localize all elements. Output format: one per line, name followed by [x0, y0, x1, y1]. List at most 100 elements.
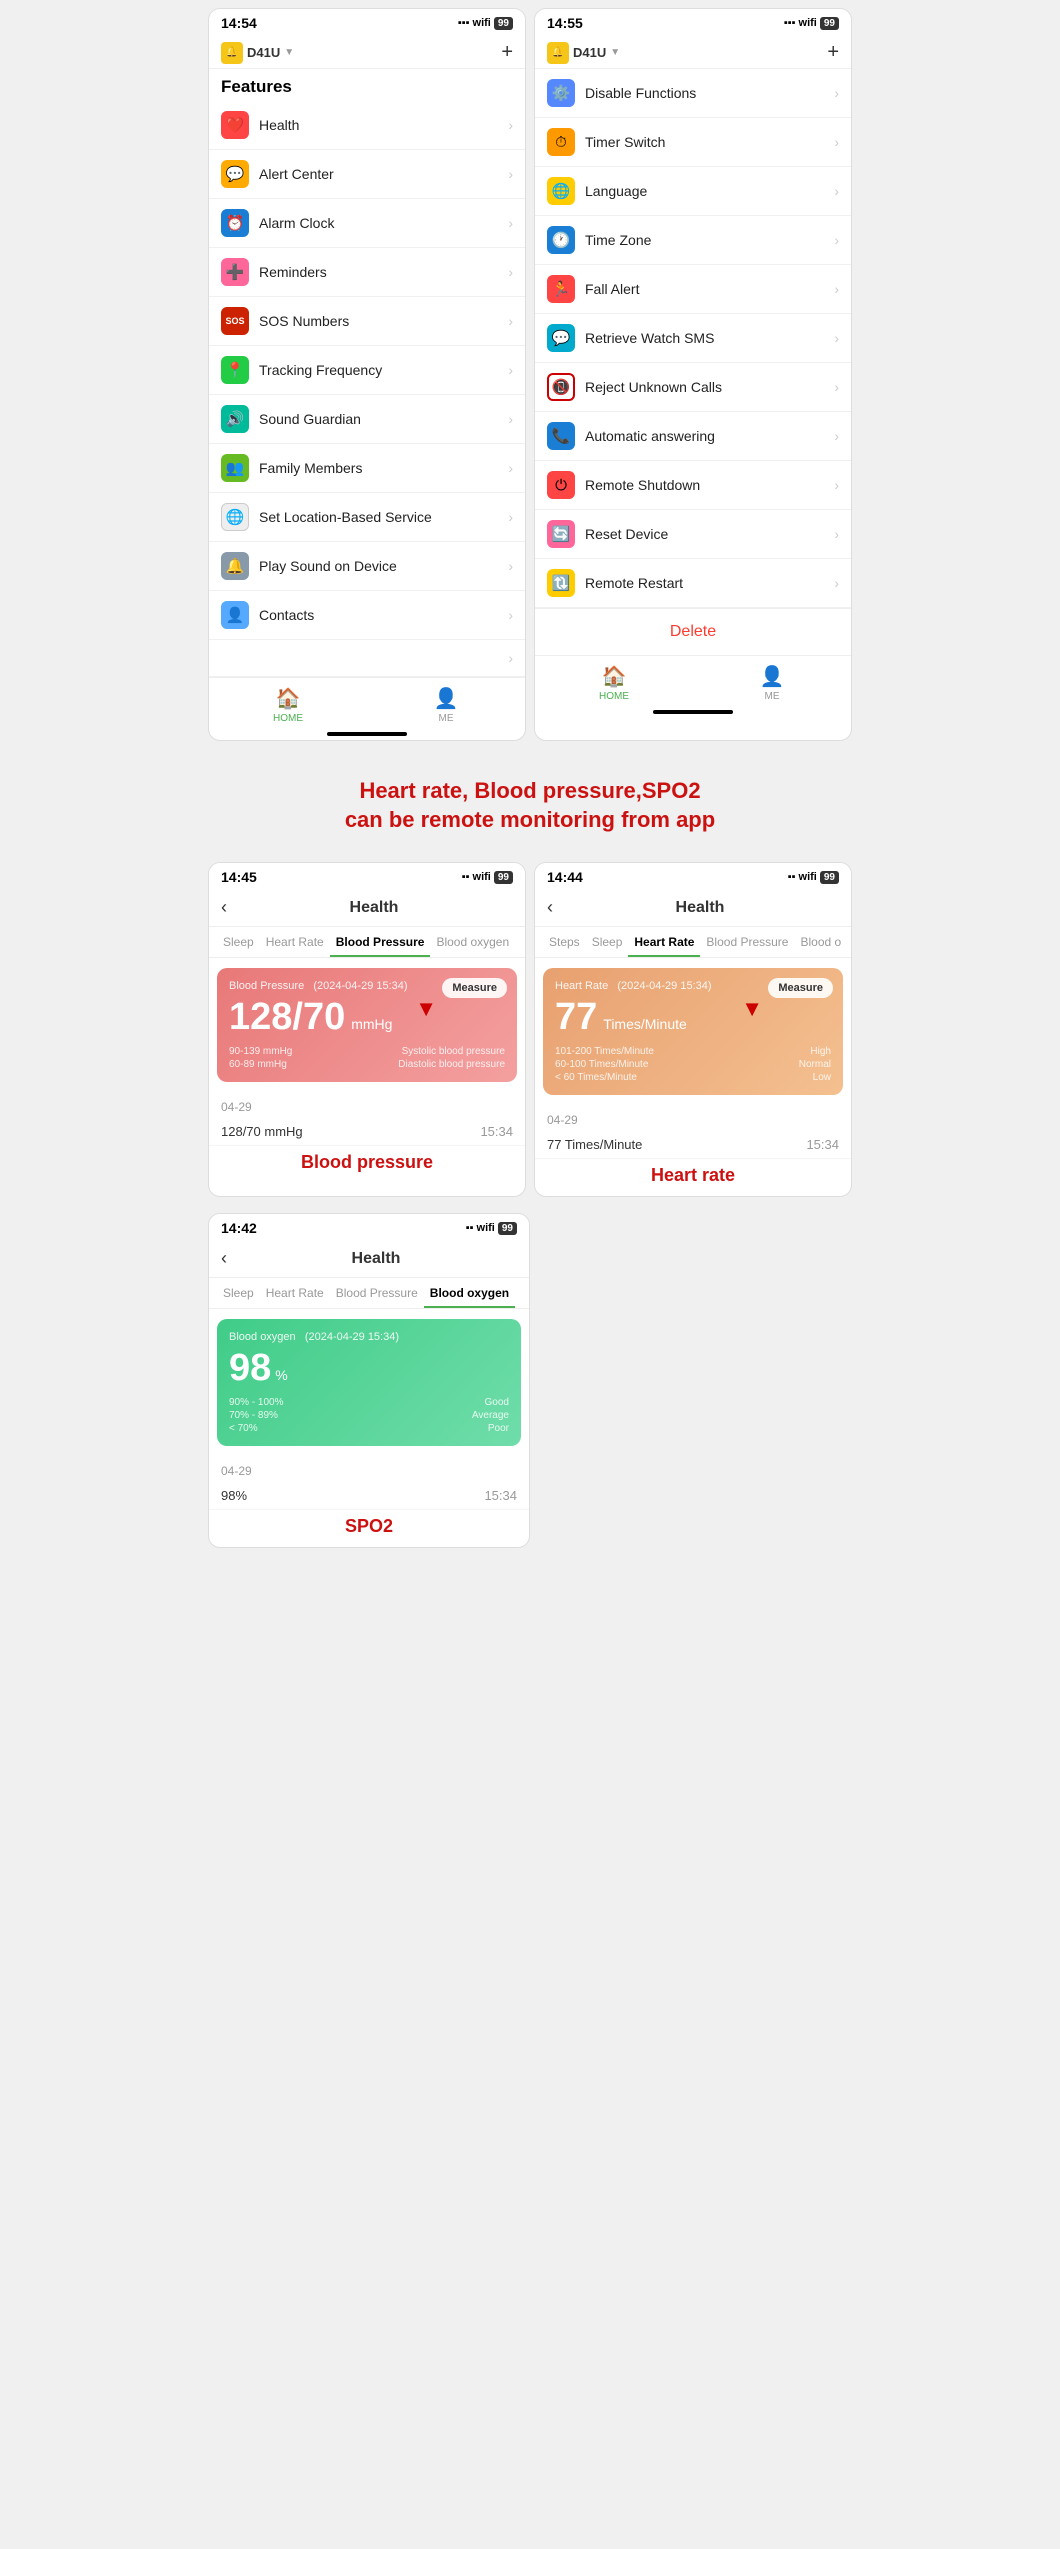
right-bottom-nav: 🏠 HOME 👤 ME: [535, 655, 851, 706]
add-button[interactable]: +: [501, 41, 513, 64]
chevron-icon: ›: [508, 117, 513, 133]
reminders-icon: ➕: [221, 258, 249, 286]
bp-label: Blood pressure: [209, 1146, 525, 1183]
menu-timezone[interactable]: 🕐 Time Zone ›: [535, 216, 851, 265]
tab-hr[interactable]: Heart Rate: [628, 927, 700, 957]
spo2-range-good: 90% - 100% Good: [229, 1397, 509, 1408]
spo2-screen: 14:42 ▪▪ wifi 99 ‹ Health Sleep Heart Ra…: [208, 1213, 530, 1548]
bp-measure-button[interactable]: Measure: [442, 978, 507, 998]
spo2-empty-space: [538, 1213, 852, 1548]
chevron-icon: ›: [834, 428, 839, 444]
hr-range-low-label: Low: [813, 1072, 831, 1083]
menu-health[interactable]: ❤️ Health ›: [209, 101, 525, 150]
menu-contacts[interactable]: 👤 Contacts ›: [209, 591, 525, 640]
spo2-tabs: Sleep Heart Rate Blood Pressure Blood ox…: [209, 1278, 529, 1309]
alarm-clock-label: Alarm Clock: [259, 215, 508, 231]
add-button-right[interactable]: +: [827, 41, 839, 64]
right-battery: 99: [820, 17, 839, 30]
hr-screen-title: Health: [561, 899, 839, 917]
spo2-card: Blood oxygen (2024-04-29 15:34) 98 % 90%…: [217, 1319, 521, 1446]
home-icon: 🏠: [276, 686, 301, 711]
menu-alert-center[interactable]: 💬 Alert Center ›: [209, 150, 525, 199]
spo2-range-poor-label: Poor: [488, 1423, 509, 1434]
auto-answer-icon: 📞: [547, 422, 575, 450]
left-screen: 14:54 ▪▪▪ wifi 99 🔔 D41U ▼ + Features ❤️…: [208, 8, 526, 741]
tab-sleep-spo2[interactable]: Sleep: [217, 1278, 260, 1308]
left-status-bar: 14:54 ▪▪▪ wifi 99: [209, 9, 525, 35]
settings-menu: ⚙️ Disable Functions › ⏱ Timer Switch › …: [535, 69, 851, 608]
left-time: 14:54: [221, 15, 257, 31]
tab-sleep-hr[interactable]: Sleep: [586, 927, 629, 957]
menu-more[interactable]: ›: [209, 640, 525, 677]
menu-timer[interactable]: ⏱ Timer Switch ›: [535, 118, 851, 167]
bp-range-diastolic-label: Diastolic blood pressure: [398, 1059, 505, 1070]
menu-sos[interactable]: SOS SOS Numbers ›: [209, 297, 525, 346]
tab-sleep-bp[interactable]: Sleep: [217, 927, 260, 957]
wifi-icon: wifi: [473, 17, 491, 29]
nav-me-right[interactable]: 👤 ME: [693, 656, 851, 706]
right-device-label: 🔔 D41U ▼: [547, 42, 620, 64]
tab-steps-hr[interactable]: Steps: [543, 927, 586, 957]
menu-reject-calls[interactable]: 📵 Reject Unknown Calls ›: [535, 363, 851, 412]
nav-me[interactable]: 👤 ME: [367, 678, 525, 728]
menu-sms[interactable]: 💬 Retrieve Watch SMS ›: [535, 314, 851, 363]
menu-language[interactable]: 🌐 Language ›: [535, 167, 851, 216]
back-arrow-hr[interactable]: ‹: [547, 897, 553, 918]
more-chevron: ›: [508, 650, 513, 666]
menu-sound-guardian[interactable]: 🔊 Sound Guardian ›: [209, 395, 525, 444]
remote-shutdown-label: Remote Shutdown: [585, 477, 834, 493]
right-status-bar: 14:55 ▪▪▪ wifi 99: [535, 9, 851, 35]
contacts-label: Contacts: [259, 607, 508, 623]
tracking-icon: 📍: [221, 356, 249, 384]
chevron-icon: ›: [508, 460, 513, 476]
nav-home-right[interactable]: 🏠 HOME: [535, 656, 693, 706]
language-icon: 🌐: [547, 177, 575, 205]
bp-ranges: 90-139 mmHg Systolic blood pressure 60-8…: [229, 1046, 505, 1070]
hr-measure-button[interactable]: Measure: [768, 978, 833, 998]
delete-button[interactable]: Delete: [535, 608, 851, 655]
nav-home[interactable]: 🏠 HOME: [209, 678, 367, 728]
spo2-range-avg-value: 70% - 89%: [229, 1410, 278, 1421]
spo2-label: SPO2: [209, 1510, 529, 1547]
tab-bp[interactable]: Blood Pressure: [330, 927, 431, 957]
tab-oxygen-bp[interactable]: Blood oxygen: [430, 927, 515, 957]
chevron-icon: ›: [834, 526, 839, 542]
sos-label: SOS Numbers: [259, 313, 508, 329]
sms-label: Retrieve Watch SMS: [585, 330, 834, 346]
dropdown-icon: ▼: [284, 47, 294, 58]
play-sound-label: Play Sound on Device: [259, 558, 508, 574]
hr-range-normal-label: Normal: [799, 1059, 831, 1070]
menu-remote-restart[interactable]: 🔃 Remote Restart ›: [535, 559, 851, 608]
menu-auto-answer[interactable]: 📞 Automatic answering ›: [535, 412, 851, 461]
menu-tracking[interactable]: 📍 Tracking Frequency ›: [209, 346, 525, 395]
disable-icon: ⚙️: [547, 79, 575, 107]
tab-spo2[interactable]: Blood oxygen: [424, 1278, 515, 1308]
menu-alarm-clock[interactable]: ⏰ Alarm Clock ›: [209, 199, 525, 248]
back-arrow-bp[interactable]: ‹: [221, 897, 227, 918]
reminders-label: Reminders: [259, 264, 508, 280]
spo2-time: 14:42: [221, 1220, 257, 1236]
tab-blood-o-hr[interactable]: Blood o: [794, 927, 847, 957]
menu-reset[interactable]: 🔄 Reset Device ›: [535, 510, 851, 559]
features-title: Features: [209, 69, 525, 101]
spo2-health-header: ‹ Health: [209, 1240, 529, 1278]
hr-status-bar: 14:44 ▪▪ wifi 99: [535, 863, 851, 889]
back-arrow-spo2[interactable]: ‹: [221, 1248, 227, 1269]
bp-battery: 99: [494, 871, 513, 884]
bp-range-systolic: 90-139 mmHg Systolic blood pressure: [229, 1046, 505, 1057]
tab-bp-hr[interactable]: Blood Pressure: [700, 927, 794, 957]
tab-heartrate-bp[interactable]: Heart Rate: [260, 927, 330, 957]
tab-hr-spo2[interactable]: Heart Rate: [260, 1278, 330, 1308]
menu-remote-shutdown[interactable]: ⏻ Remote Shutdown ›: [535, 461, 851, 510]
tab-bp-spo2[interactable]: Blood Pressure: [330, 1278, 424, 1308]
menu-location[interactable]: 🌐 Set Location-Based Service ›: [209, 493, 525, 542]
menu-disable[interactable]: ⚙️ Disable Functions ›: [535, 69, 851, 118]
menu-reminders[interactable]: ➕ Reminders ›: [209, 248, 525, 297]
bp-range-diastolic-value: 60-89 mmHg: [229, 1059, 287, 1070]
menu-family[interactable]: 👥 Family Members ›: [209, 444, 525, 493]
fall-icon: 🏃: [547, 275, 575, 303]
menu-fall[interactable]: 🏃 Fall Alert ›: [535, 265, 851, 314]
device-icon: 🔔: [221, 42, 243, 64]
menu-play-sound[interactable]: 🔔 Play Sound on Device ›: [209, 542, 525, 591]
left-device-label: 🔔 D41U ▼: [221, 42, 294, 64]
